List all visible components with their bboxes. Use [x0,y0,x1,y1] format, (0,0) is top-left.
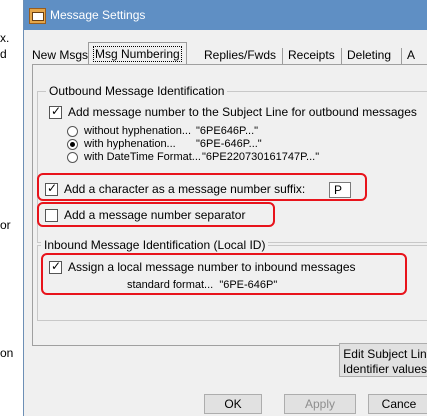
title-bar[interactable]: Message Settings [24,0,427,30]
window-title: Message Settings [50,8,146,22]
tab-label: Msg Numbering [93,46,182,62]
tab-msg-numbering[interactable]: Msg Numbering [88,42,187,65]
radio-without-hyphenation[interactable]: without hyphenation... "6PE646P..." [67,125,258,137]
button-label: OK [224,397,242,411]
highlight-box [37,202,275,227]
ok-button[interactable]: OK [204,394,262,414]
radio-label: with hyphenation... [84,138,176,150]
background-text-fragment: or [0,218,11,232]
background-text-fragment: on [0,346,14,360]
radio-example: "6PE220730161747P..." [202,151,320,163]
edit-subject-button[interactable]: Edit Subject Lin Identifier values [339,343,427,377]
radio-label: without hyphenation... [84,125,192,137]
tab-replies-fwds[interactable]: Replies/Fwds [204,46,276,64]
radio-label: with DateTime Format... [84,151,201,163]
tab-panel: Outbound Message Identification Add mess… [32,64,427,377]
tab-label: Replies/Fwds [204,48,277,62]
tab-separator [401,48,402,64]
checkbox-box[interactable] [49,104,62,119]
radio-example: "6PE646P..." [196,125,259,137]
background-text-fragment: x. [0,31,10,45]
checkbox-label: Add message number to the Subject Line f… [68,105,417,119]
button-label: Cance [381,397,417,411]
tab-label: New Msgs [32,48,89,62]
tab-label: Receipts [288,48,335,62]
group-label: Inbound Message Identification (Local ID… [41,238,269,252]
background-text-fragment: d [0,47,7,61]
button-label-line: Identifier values [342,362,427,376]
tab-new-msgs[interactable]: New Msgs [32,46,88,64]
radio-with-hyphenation[interactable]: with hyphenation... "6PE-646P..." [67,138,262,150]
tab-separator [282,48,283,64]
highlight-box [41,253,407,295]
app-icon [29,8,46,24]
radio-button[interactable] [67,125,78,137]
tab-receipts[interactable]: Receipts [288,46,335,64]
button-label-line: Edit Subject Lin [343,347,427,361]
radio-example: "6PE-646P..." [196,138,262,150]
message-settings-window: Message Settings New Msgs Msg Numbering … [23,0,427,416]
tab-label: Deleting [347,48,392,62]
tab-deleting[interactable]: Deleting [347,46,391,64]
tab-strip: New Msgs Msg Numbering Replies/Fwds Rece… [24,40,427,65]
tab-more[interactable]: A [407,46,415,64]
radio-with-datetime[interactable]: with DateTime Format... "6PE220730161747… [67,151,319,163]
button-label: Apply [304,397,336,411]
radio-button[interactable] [67,138,78,150]
apply-button[interactable]: Apply [284,394,356,414]
tab-label: A [407,48,416,62]
cancel-button[interactable]: Cance [368,394,427,414]
add-to-subject-checkbox[interactable]: Add message number to the Subject Line f… [49,104,417,119]
group-label: Outbound Message Identification [46,84,228,98]
tab-separator [341,48,342,64]
radio-button[interactable] [67,151,78,163]
highlight-box [37,173,367,201]
